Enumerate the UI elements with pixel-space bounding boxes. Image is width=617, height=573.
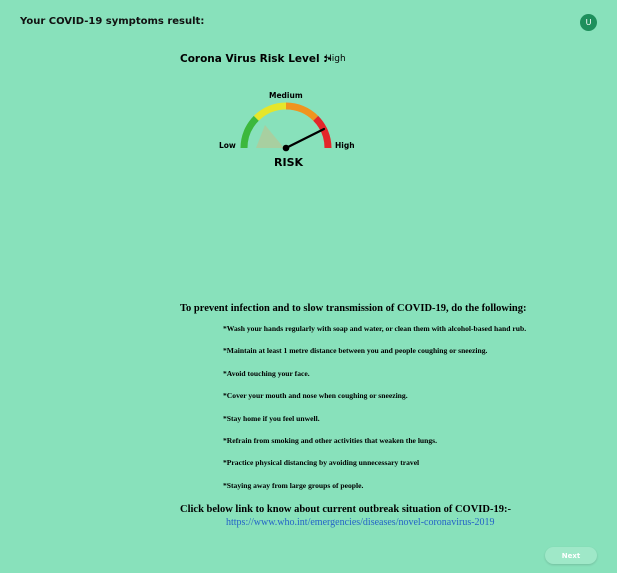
prevention-tip: *Refrain from smoking and other activiti… <box>223 435 438 445</box>
gauge-segment-medium-low <box>253 102 287 121</box>
page-title: Your COVID-19 symptoms result: <box>20 16 205 27</box>
prevention-tip: *Stay home if you feel unwell. <box>223 413 320 423</box>
risk-level-value: High <box>325 54 346 64</box>
gauge-pivot <box>282 144 290 152</box>
prevention-tip: *Practice physical distancing by avoidin… <box>223 458 420 468</box>
gauge-label-low: Low <box>219 141 236 150</box>
gauge-shadow <box>256 125 284 148</box>
prevention-tip: *Avoid touching your face. <box>223 368 310 378</box>
prevention-tip: *Staying away from large groups of peopl… <box>223 480 364 490</box>
avatar[interactable]: U <box>580 14 597 31</box>
prevention-tips-list: *Wash your hands regularly with soap and… <box>223 324 526 503</box>
prevention-heading: To prevent infection and to slow transmi… <box>180 303 527 314</box>
gauge-label-high: High <box>335 141 355 150</box>
gauge-label-medium: Medium <box>269 91 303 100</box>
gauge-needle <box>284 127 326 150</box>
outbreak-heading: Click below link to know about current o… <box>180 504 511 515</box>
prevention-tip: *Cover your mouth and nose when coughing… <box>223 391 408 401</box>
who-outbreak-link[interactable]: https://www.who.int/emergencies/diseases… <box>226 517 495 528</box>
risk-level-heading: Corona Virus Risk Level :- <box>180 53 332 65</box>
prevention-tip: *Maintain at least 1 metre distance betw… <box>223 346 488 356</box>
gauge-segment-low <box>240 115 259 149</box>
next-button[interactable]: Next <box>545 547 597 564</box>
prevention-tip: *Wash your hands regularly with soap and… <box>223 324 527 333</box>
gauge-segment-medium-high <box>285 102 319 121</box>
gauge-label-risk: RISK <box>274 156 304 169</box>
